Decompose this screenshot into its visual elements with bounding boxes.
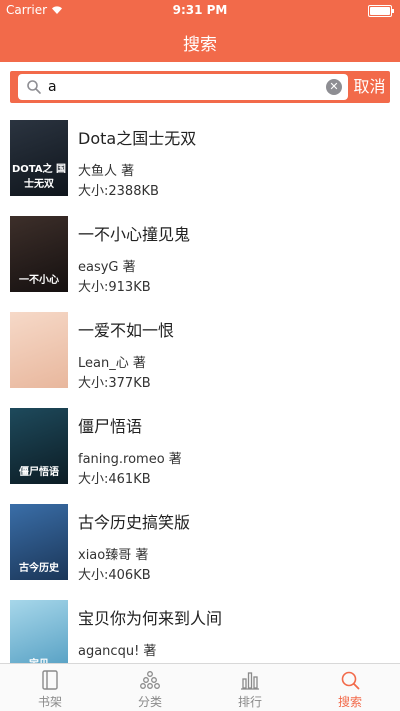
book-title: 僵尸悟语 bbox=[78, 417, 143, 436]
clear-icon[interactable]: ✕ bbox=[326, 79, 342, 95]
book-title: 古今历史搞笑版 bbox=[78, 513, 191, 532]
search-input[interactable] bbox=[48, 74, 318, 100]
book-size: 大小:377KB bbox=[78, 376, 151, 391]
book-title: 一爱不如一恨 bbox=[78, 321, 175, 340]
tab-label: 书架 bbox=[37, 695, 62, 709]
list-item[interactable]: 僵尸悟语 僵尸悟语 faning.romeo 著 大小:461KB bbox=[0, 400, 400, 496]
book-author: faning.romeo 著 bbox=[78, 452, 182, 467]
book-author: 大鱼人 著 bbox=[78, 164, 135, 179]
cover-text: 宝贝 bbox=[10, 655, 68, 663]
tab-bookshelf[interactable]: 书架 bbox=[0, 664, 100, 711]
book-title: Dota之国士无双 bbox=[78, 129, 197, 148]
list-item[interactable]: DOTA之 国士无双 Dota之国士无双 大鱼人 著 大小:2388KB bbox=[0, 112, 400, 208]
list-item[interactable]: 一爱不如一恨 Lean_心 著 大小:377KB bbox=[0, 304, 400, 400]
search-bar: ✕ 取消 bbox=[0, 62, 400, 110]
book-size: 大小:913KB bbox=[78, 280, 151, 295]
page-title: 搜索 bbox=[183, 35, 217, 55]
list-item[interactable]: 宝贝 宝贝你为何来到人间 agancqu! 著 bbox=[0, 592, 400, 663]
tab-category[interactable]: 分类 bbox=[100, 664, 200, 711]
book-title: 一不小心撞见鬼 bbox=[78, 225, 191, 244]
status-bar: Carrier 9:31 PM bbox=[0, 0, 400, 20]
chart-icon bbox=[241, 672, 259, 690]
book-author: agancqu! 著 bbox=[78, 644, 157, 659]
tab-label: 搜索 bbox=[337, 695, 362, 709]
search-icon bbox=[341, 671, 360, 690]
cover-text: 古今历史 bbox=[19, 563, 59, 574]
book-cover: DOTA之 国士无双 bbox=[10, 120, 68, 196]
tab-search[interactable]: 搜索 bbox=[300, 664, 400, 711]
book-size: 大小:2388KB bbox=[78, 184, 159, 199]
cover-text: 僵尸悟语 bbox=[19, 467, 59, 478]
search-icon bbox=[27, 80, 41, 94]
search-container: ✕ 取消 bbox=[10, 71, 390, 103]
search-results-list: DOTA之 国士无双 Dota之国士无双 大鱼人 著 大小:2388KB 一不小… bbox=[0, 112, 400, 663]
book-title: 宝贝你为何来到人间 bbox=[78, 609, 223, 628]
cover-text: 一不小心 bbox=[19, 275, 59, 286]
tab-label: 分类 bbox=[137, 695, 162, 709]
book-icon bbox=[42, 670, 58, 690]
cancel-button[interactable]: 取消 bbox=[349, 75, 390, 99]
book-cover: 宝贝 bbox=[10, 600, 68, 663]
clock: 9:31 PM bbox=[172, 3, 228, 17]
list-item[interactable]: 古今历史 古今历史搞笑版 xiao臻哥 著 大小:406KB bbox=[0, 496, 400, 592]
cover-text: DOTA之 国士无双 bbox=[11, 164, 67, 190]
tab-bar: 书架 分类 排行 搜索 bbox=[0, 663, 400, 711]
book-cover: 古今历史 bbox=[10, 504, 68, 580]
book-size: 大小:461KB bbox=[78, 472, 151, 487]
book-author: Lean_心 著 bbox=[78, 356, 146, 371]
search-field[interactable]: ✕ bbox=[18, 74, 348, 100]
book-cover bbox=[10, 312, 68, 388]
nav-bar: 搜索 bbox=[0, 20, 400, 62]
book-size: 大小:406KB bbox=[78, 568, 151, 583]
book-cover: 僵尸悟语 bbox=[10, 408, 68, 484]
category-icon bbox=[140, 671, 160, 689]
book-cover: 一不小心 bbox=[10, 216, 68, 292]
tab-label: 排行 bbox=[237, 695, 262, 709]
book-author: xiao臻哥 著 bbox=[78, 548, 149, 563]
list-item[interactable]: 一不小心 一不小心撞见鬼 easyG 著 大小:913KB bbox=[0, 208, 400, 304]
tab-ranking[interactable]: 排行 bbox=[200, 664, 300, 711]
battery-icon bbox=[368, 5, 394, 17]
book-author: easyG 著 bbox=[78, 260, 136, 275]
